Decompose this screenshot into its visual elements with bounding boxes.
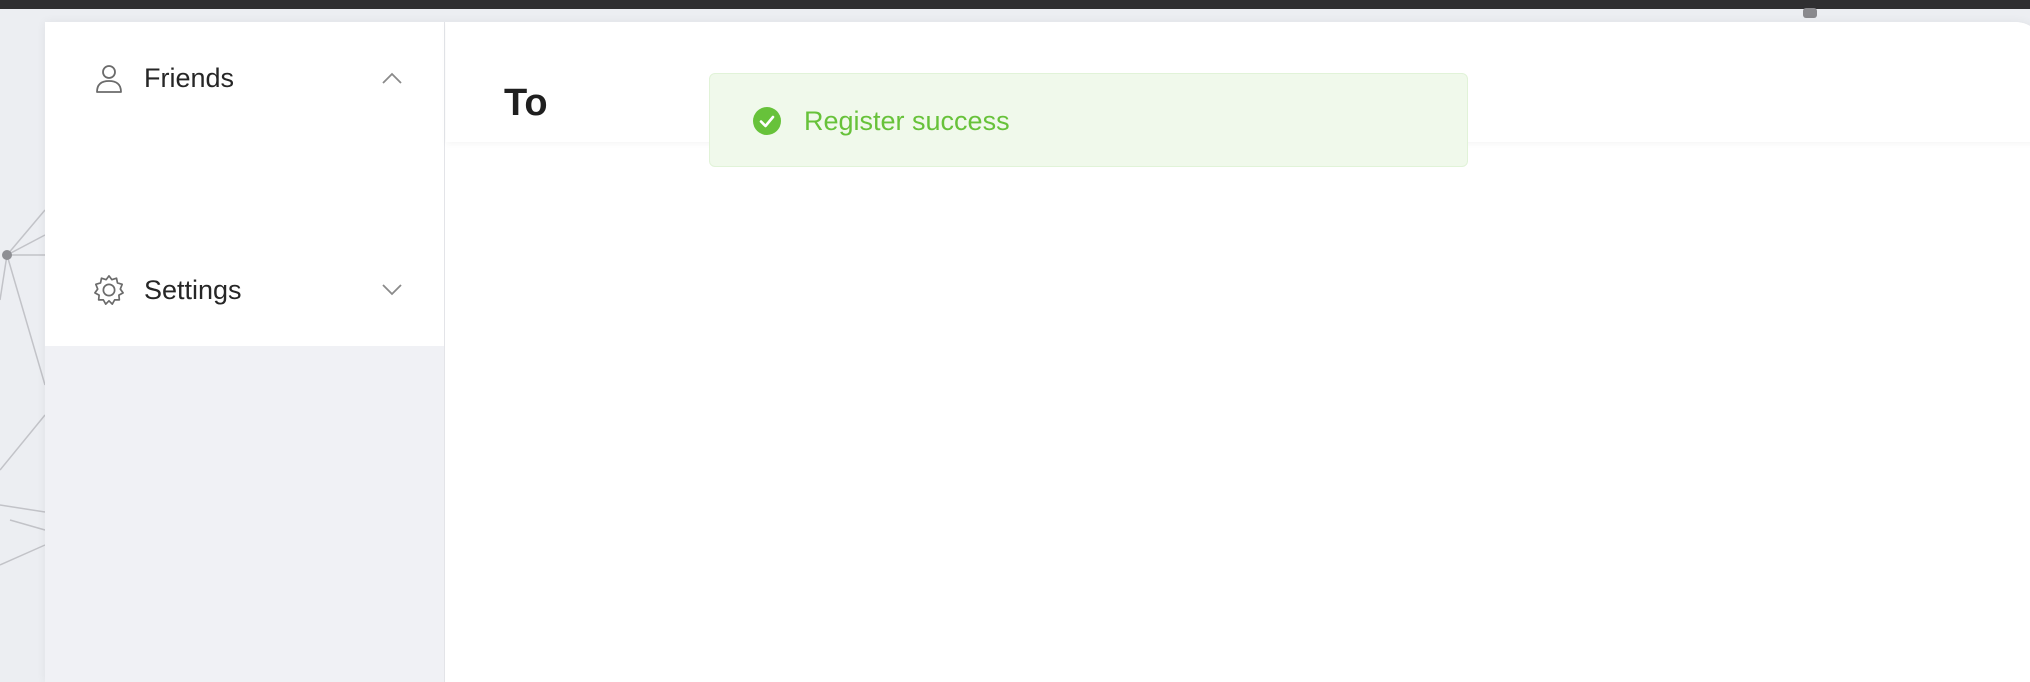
sidebar-item-label: Friends <box>144 62 235 93</box>
toast-message: Register success <box>804 106 1010 136</box>
success-toast: Register success <box>709 73 1468 167</box>
user-icon <box>93 62 125 94</box>
sidebar-menu: Friends Settings <box>45 22 444 346</box>
chevron-up-icon[interactable] <box>379 65 405 91</box>
chevron-down-icon[interactable] <box>379 277 405 303</box>
sidebar-item-friends[interactable]: Friends <box>45 48 444 108</box>
sidebar: Friends Settings <box>45 22 445 682</box>
app-window: Friends Settings To Register success <box>45 22 2030 682</box>
sidebar-item-label: Settings <box>144 274 242 305</box>
check-circle-icon <box>752 106 782 136</box>
browser-top-bar <box>0 0 2030 18</box>
window-resize-handle[interactable] <box>1803 8 1817 18</box>
page-title: To <box>504 82 548 124</box>
sidebar-item-settings[interactable]: Settings <box>45 260 444 320</box>
gear-icon <box>93 274 125 306</box>
